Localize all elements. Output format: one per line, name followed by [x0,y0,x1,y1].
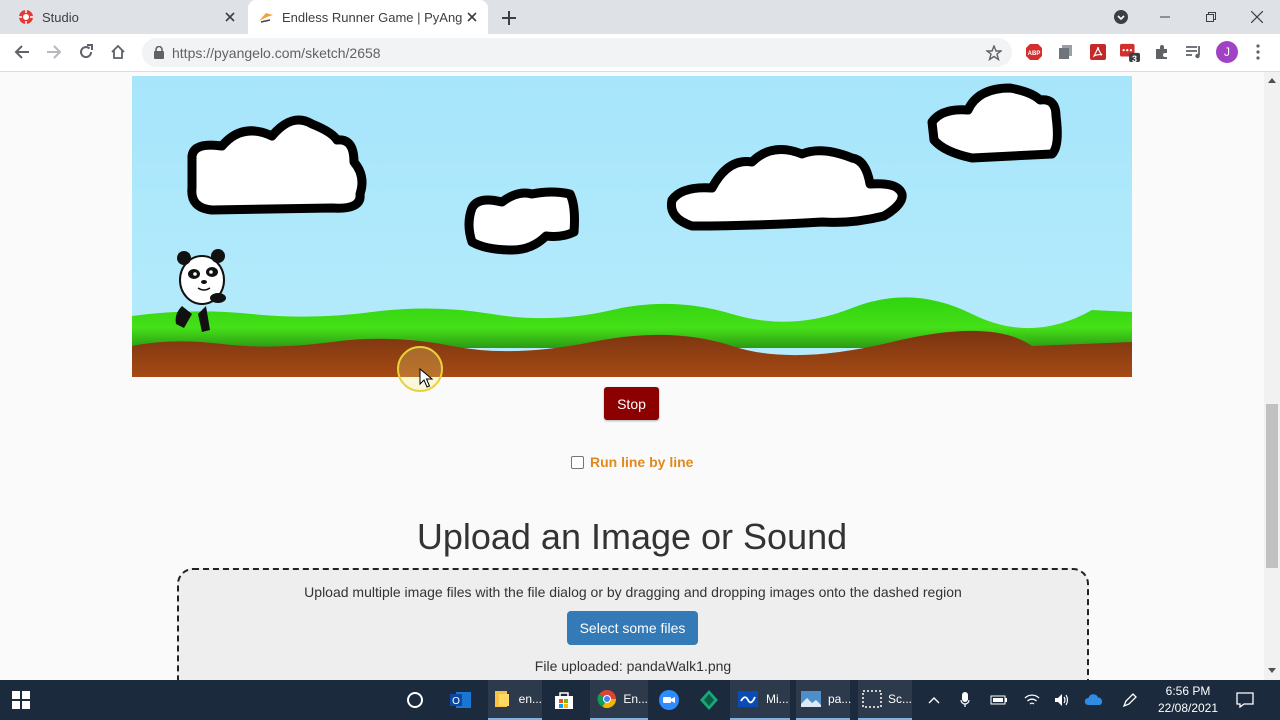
wifi-icon[interactable] [1024,680,1040,720]
run-line-checkbox[interactable] [571,455,584,469]
file-explorer-icon [494,687,513,711]
upload-heading: Upload an Image or Sound [416,516,848,557]
diamond-app-icon [700,690,718,710]
taskbar-item-chrome[interactable]: En... [590,680,648,720]
notifications-icon[interactable] [1236,680,1254,720]
reload-icon [80,44,93,59]
studio-favicon-icon [18,9,34,25]
profile-initial: J [1224,45,1230,59]
taskbar-item-label: Mi... [766,692,789,706]
store-taskbar-button[interactable] [553,680,575,720]
clock-time: 6:56 PM [1165,684,1211,698]
taskbar-item-snip[interactable]: Sc... [858,680,912,720]
adblock-extension-icon[interactable]: ABP [1024,42,1044,62]
scroll-down-arrow-icon[interactable] [1268,668,1276,673]
vpn-taskbar-button[interactable] [698,680,720,720]
extensions-puzzle-icon[interactable] [1152,42,1172,62]
forward-button[interactable] [40,38,68,66]
taskbar-item-label: en... [518,692,542,706]
url-text[interactable]: https://pyangelo.com/sketch/2658 [172,45,381,61]
tab-strip: Studio Endless Runner Game | PyAngelo [0,0,1280,34]
tab-label: Studio [42,9,79,25]
photos-icon [800,687,822,711]
taskbar-item-label: En... [623,692,648,706]
chrome-icon [596,687,617,711]
select-files-button[interactable]: Select some files [567,611,698,645]
tab-endless-runner[interactable]: Endless Runner Game | PyAngelo [248,0,488,34]
extension-badge: 3 [1132,54,1138,64]
media-queue-icon[interactable] [1184,42,1204,62]
svg-text:ABP: ABP [1028,51,1041,57]
start-button[interactable] [12,680,30,720]
onedrive-cloud-icon[interactable] [1084,680,1104,720]
bookmark-star-icon[interactable] [986,44,1002,61]
pen-workspace-icon[interactable] [1122,680,1138,720]
file-uploaded-status: File uploaded: pandaWalk1.png [534,658,732,674]
zoom-taskbar-button[interactable] [658,680,680,720]
whiteboard-icon [736,687,760,711]
system-clock[interactable]: 6:56 PM 22/08/2021 [1148,683,1228,717]
profile-avatar[interactable]: J [1216,41,1238,63]
tab-studio[interactable]: Studio [8,0,246,34]
taskbar-item-whiteboard[interactable]: Mi... [730,680,790,720]
zoom-camera-icon [659,690,679,710]
upload-hint: Upload multiple image files with the fil… [304,584,962,600]
todo-extension-icon[interactable]: 3 [1120,42,1140,64]
new-tab-button[interactable] [498,7,520,29]
restore-button[interactable] [1188,0,1234,34]
home-button[interactable] [104,38,132,66]
snip-icon [862,687,882,711]
scroll-up-arrow-icon[interactable] [1268,78,1276,83]
minimize-icon [1160,16,1170,18]
lock-icon[interactable] [154,46,164,59]
restore-icon [1206,12,1216,22]
scrollbar-thumb[interactable] [1266,404,1278,568]
svg-text:O: O [452,696,460,707]
close-icon[interactable] [462,7,482,27]
volume-icon[interactable] [1054,680,1070,720]
mouse-pointer-icon [419,367,434,393]
close-icon[interactable] [220,7,240,27]
run-line-by-line-option[interactable]: Run line by line [571,454,693,470]
tab-label: Endless Runner Game | PyAngelo [282,9,462,25]
pdf-extension-icon[interactable] [1088,42,1108,62]
upload-drop-zone[interactable]: Upload multiple image files with the fil… [177,568,1089,680]
windows-logo-icon [12,691,30,709]
taskbar-item-label: Sc... [888,692,913,706]
taskbar-item-label: pa... [828,692,852,706]
store-bag-icon [555,692,573,709]
reload-button[interactable] [72,38,100,66]
game-canvas[interactable] [132,76,1132,377]
page-content: Stop Run line by line Upload an Image or… [0,72,1264,680]
microphone-icon[interactable] [960,680,970,720]
tray-overflow-icon[interactable] [928,680,940,720]
chevron-down-icon [1114,10,1128,24]
page-scrollbar[interactable] [1264,72,1280,680]
close-icon [1251,11,1263,23]
outlook-icon: O [450,692,471,708]
plus-icon [502,11,516,25]
copy-extension-icon[interactable] [1056,42,1076,62]
outlook-taskbar-button[interactable]: O [450,680,472,720]
back-button[interactable] [8,38,36,66]
taskbar-item-photos[interactable]: pa... [796,680,852,720]
cortana-circle-icon [407,692,423,708]
address-bar[interactable]: https://pyangelo.com/sketch/2658 [142,38,1012,67]
arrow-right-icon [47,45,62,59]
windows-taskbar: O en... En... Mi... pa... Sc... 6:56 PM … [0,680,1280,720]
browser-toolbar: https://pyangelo.com/sketch/2658 ABP 3 J [0,34,1280,72]
close-window-button[interactable] [1234,0,1280,34]
menu-kebab-icon[interactable] [1248,42,1268,62]
cortana-button[interactable] [406,680,424,720]
home-icon [111,44,125,59]
minimize-button[interactable] [1142,0,1188,34]
run-line-label[interactable]: Run line by line [590,454,693,470]
tab-search-button[interactable] [1098,0,1144,34]
arrow-left-icon [14,45,29,59]
pyangelo-favicon-icon [258,9,274,25]
stop-button[interactable]: Stop [604,387,659,420]
battery-icon[interactable] [990,680,1008,720]
clock-date: 22/08/2021 [1157,701,1219,715]
taskbar-item-explorer[interactable]: en... [488,680,542,720]
